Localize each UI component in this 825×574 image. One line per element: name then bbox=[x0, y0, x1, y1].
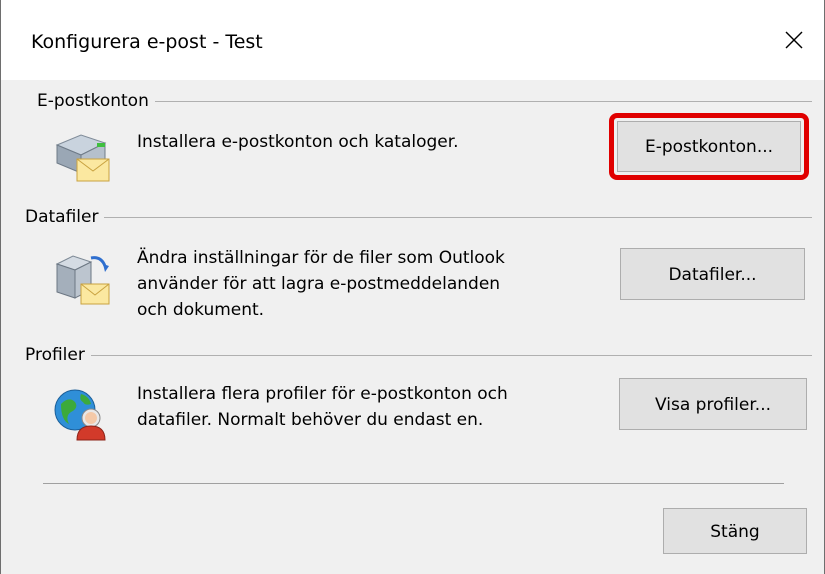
title-bar: Konfigurera e-post - Test bbox=[1, 0, 824, 80]
data-files-group-label: Datafiler bbox=[25, 206, 105, 228]
data-files-icon bbox=[51, 248, 115, 312]
profiles-icon bbox=[51, 382, 115, 446]
show-profiles-button[interactable]: Visa profiler... bbox=[619, 378, 807, 430]
data-files-button[interactable]: Datafiler... bbox=[620, 248, 805, 300]
close-icon bbox=[785, 31, 803, 49]
profiles-description-line-2: datafiler. Normalt behöver du endast en. bbox=[137, 410, 484, 430]
email-accounts-icon bbox=[51, 125, 115, 189]
group-divider bbox=[25, 355, 812, 356]
email-accounts-group-label: E-postkonton bbox=[37, 90, 155, 112]
mail-setup-dialog: Konfigurera e-post - Test E-postkonton I… bbox=[0, 0, 825, 574]
data-files-description-line-1: Ändra inställningar för de filer som Out… bbox=[137, 248, 505, 268]
data-files-group: Datafiler bbox=[25, 206, 812, 230]
profiles-group: Profiler bbox=[25, 344, 812, 368]
email-accounts-button[interactable]: E-postkonton... bbox=[617, 121, 801, 172]
profiles-description-line-1: Installera flera profiler för e-postkont… bbox=[137, 384, 508, 404]
email-accounts-description: Installera e-postkonton och kataloger. bbox=[137, 132, 459, 152]
data-files-description-line-2: använder för att lagra e-postmeddelanden bbox=[137, 274, 501, 294]
close-window-button[interactable] bbox=[772, 20, 816, 60]
group-divider bbox=[25, 217, 812, 218]
profiles-group-label: Profiler bbox=[25, 344, 91, 366]
data-files-description-line-3: och dokument. bbox=[137, 300, 265, 320]
close-button[interactable]: Stäng bbox=[663, 508, 807, 554]
window-title: Konfigurera e-post - Test bbox=[31, 31, 263, 53]
email-accounts-group: E-postkonton bbox=[37, 90, 812, 114]
footer-separator bbox=[43, 483, 784, 484]
